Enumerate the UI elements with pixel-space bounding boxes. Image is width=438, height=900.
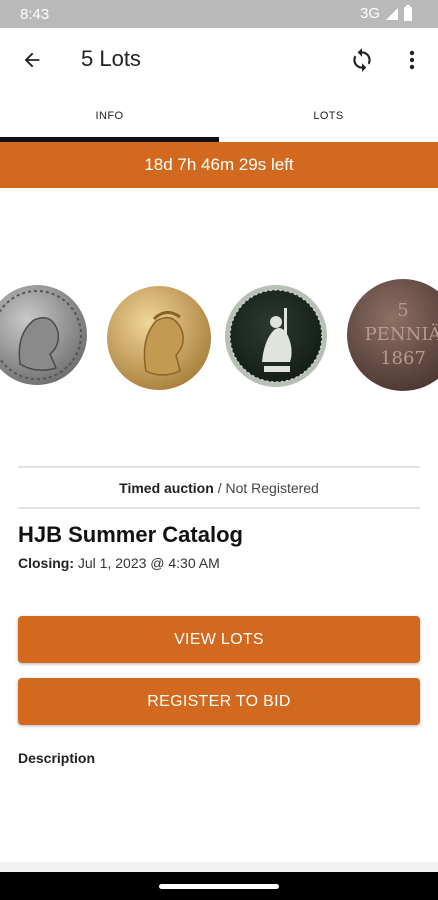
closing-row: Closing: Jul 1, 2023 @ 4:30 AM — [18, 555, 220, 571]
tab-bar: INFO LOTS — [0, 90, 438, 142]
system-nav-bar — [0, 872, 438, 900]
penni-coin: 5 PENNIÄ 1867 — [347, 279, 438, 391]
status-bar: 8:43 3G — [0, 0, 438, 28]
description-heading: Description — [18, 750, 96, 766]
divider-bottom — [18, 507, 420, 509]
view-lots-button[interactable]: VIEW LOTS — [18, 616, 420, 663]
svg-text:5: 5 — [397, 300, 408, 321]
refresh-icon[interactable] — [342, 40, 382, 80]
page-title: 5 Lots — [81, 46, 141, 71]
coin-image-strip[interactable]: 5 PENNIÄ 1867 — [0, 270, 438, 400]
app-bar: 5 Lots — [0, 28, 438, 90]
status-icons: 3G — [359, 4, 412, 22]
silver-roman-bust-coin — [0, 285, 87, 385]
divider-top — [18, 466, 420, 468]
tab-lots[interactable]: LOTS — [219, 90, 438, 142]
closing-value: Jul 1, 2023 @ 4:30 AM — [77, 555, 220, 571]
svg-text:1867: 1867 — [380, 348, 426, 369]
home-gesture-handle[interactable] — [159, 884, 279, 889]
countdown-banner: 18d 7h 46m 29s left — [0, 142, 438, 188]
gold-bust-coin — [107, 286, 211, 390]
network-type: 3G — [359, 5, 380, 22]
svg-text:PENNIÄ: PENNIÄ — [365, 322, 438, 345]
signal-icon — [386, 7, 398, 20]
auction-separator: / — [217, 480, 222, 496]
registration-status: Not Registered — [225, 480, 319, 496]
register-to-bid-button[interactable]: REGISTER TO BID — [18, 678, 420, 725]
auction-type: Timed auction — [119, 480, 214, 496]
closing-label: Closing: — [18, 555, 74, 571]
tab-info[interactable]: INFO — [0, 90, 219, 142]
bottom-strip — [0, 862, 438, 872]
back-arrow-icon[interactable] — [12, 40, 52, 80]
catalog-title: HJB Summer Catalog — [18, 522, 243, 547]
status-time: 8:43 — [20, 6, 50, 23]
more-vert-icon[interactable] — [394, 40, 430, 80]
auction-info-row: Timed auction / Not Registered — [18, 480, 420, 496]
battery-icon — [404, 4, 412, 21]
seated-liberty-coin — [225, 285, 327, 387]
